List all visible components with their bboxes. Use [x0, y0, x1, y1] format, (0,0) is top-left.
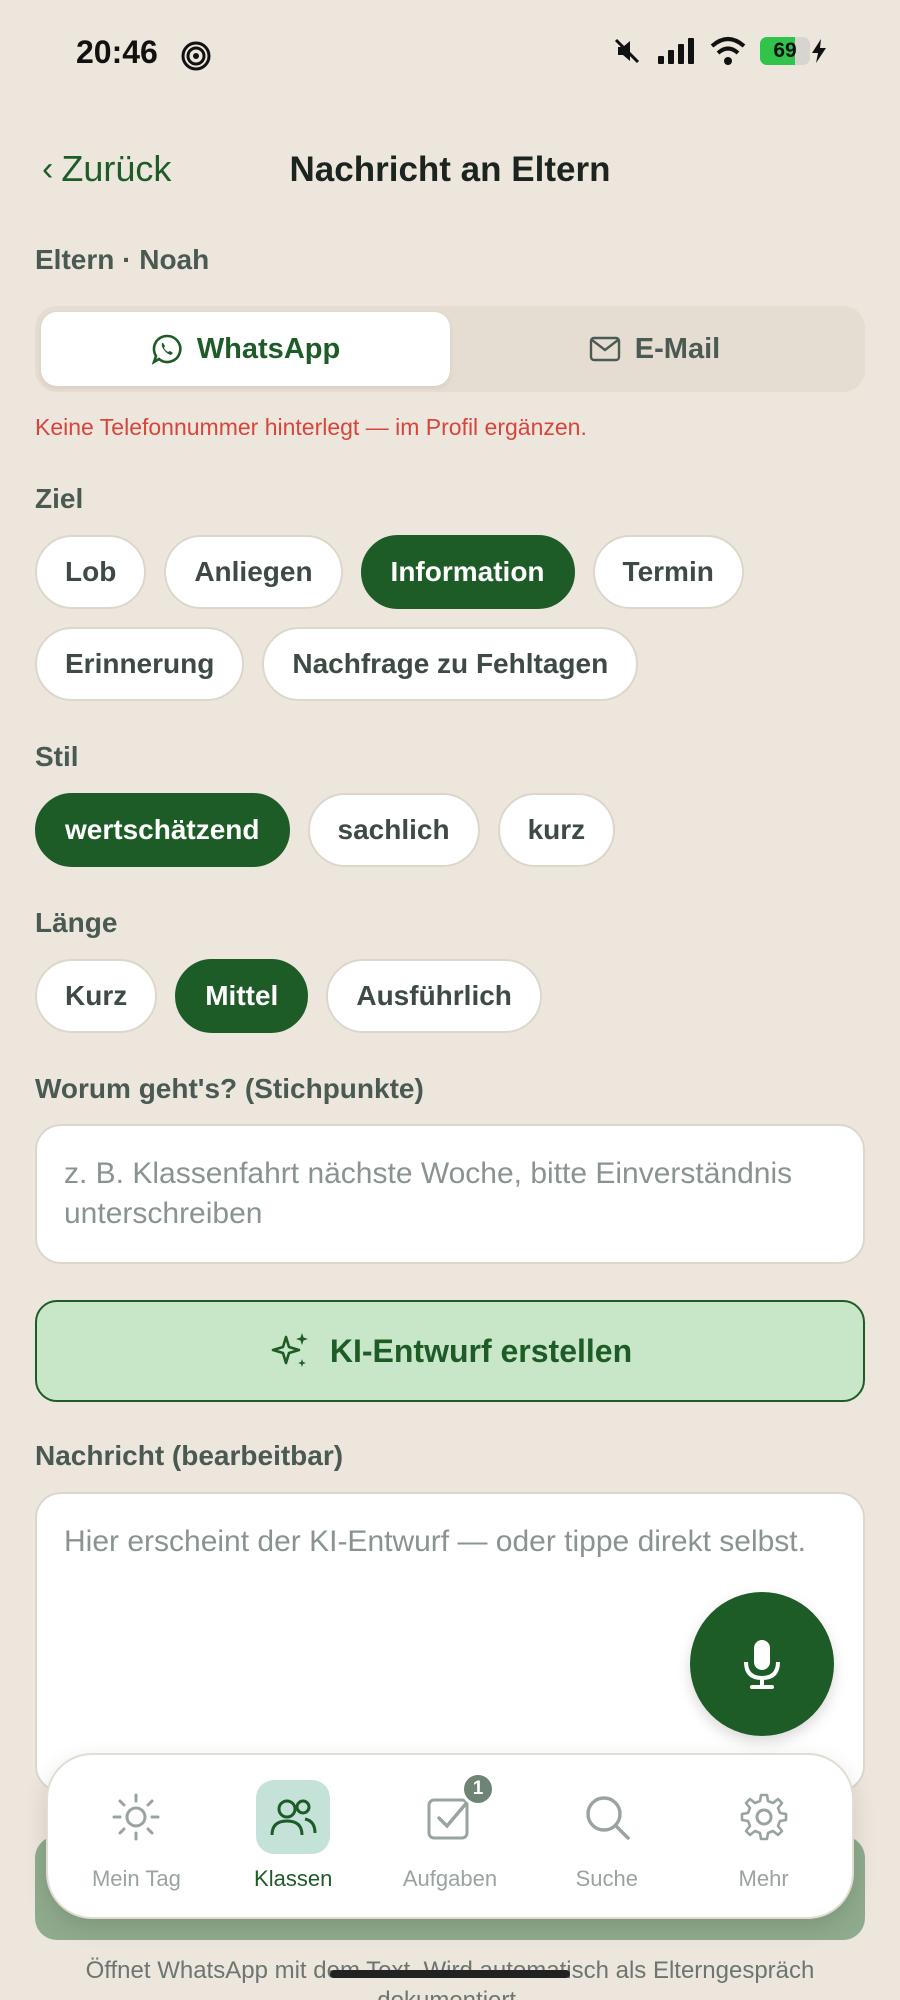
whatsapp-icon — [151, 334, 182, 365]
footnote-text: Öffnet WhatsApp mit dem Text. Wird autom… — [85, 1957, 815, 2000]
recipient-label: Eltern · Noah — [35, 244, 210, 275]
channel-whatsapp-label: WhatsApp — [196, 332, 341, 365]
status-bar: 20:46 69 — [0, 0, 900, 110]
tab-mein-tag[interactable]: Mein Tag — [61, 1780, 211, 1892]
microphone-button[interactable] — [690, 1592, 834, 1736]
page-title: Nachricht an Eltern — [289, 150, 611, 189]
style-chips: wertschätzend sachlich kurz — [35, 793, 616, 867]
microphone-icon — [744, 1640, 780, 1689]
goal-chip-erinnerung[interactable]: Erinnerung — [35, 627, 245, 701]
length-chip-ausfuehrlich[interactable]: Ausführlich — [326, 959, 542, 1033]
tab-mehr-label: Mehr — [738, 1866, 789, 1891]
home-indicator — [330, 1970, 570, 1978]
spiral-icon — [181, 41, 211, 71]
goal-label: Ziel — [35, 483, 84, 514]
tab-bar: Mein Tag Klassen 1 Aufgaben Suche Mehr — [46, 1753, 854, 1919]
sun-icon — [112, 1793, 160, 1841]
channel-email[interactable]: E-Mail — [450, 312, 859, 386]
length-chip-mittel[interactable]: Mittel — [175, 959, 309, 1033]
tab-klassen-label: Klassen — [254, 1866, 333, 1891]
tab-mehr[interactable]: Mehr — [689, 1780, 839, 1892]
tab-aufgaben[interactable]: 1 Aufgaben — [375, 1772, 525, 1892]
style-label: Stil — [35, 741, 79, 772]
length-chips: Kurz Mittel Ausführlich — [35, 959, 542, 1033]
tab-mein-tag-label: Mein Tag — [91, 1866, 181, 1891]
tab-aufgaben-label: Aufgaben — [402, 1866, 498, 1891]
tab-suche-label: Suche — [575, 1866, 638, 1891]
charging-icon — [812, 39, 826, 63]
message-label: Nachricht (bearbeitbar) — [35, 1440, 344, 1471]
battery-level: 69 — [773, 39, 797, 62]
goal-chip-nachfrage[interactable]: Nachfrage zu Fehltagen — [262, 627, 639, 701]
signal-icon — [658, 38, 694, 64]
goal-chips-row-1: Lob Anliegen Information Termin — [35, 535, 744, 609]
ai-draft-button[interactable]: KI-Entwurf erstellen — [35, 1300, 865, 1402]
style-chip-wertschaetzend[interactable]: wertschätzend — [35, 793, 290, 867]
ai-draft-label: KI-Entwurf erstellen — [329, 1332, 633, 1369]
goal-chip-anliegen[interactable]: Anliegen — [164, 535, 343, 609]
search-icon — [586, 1796, 630, 1840]
mute-icon — [614, 38, 640, 64]
sparkles-icon — [271, 1333, 308, 1367]
tab-klassen[interactable]: Klassen — [218, 1780, 368, 1892]
topic-label: Worum geht's? (Stichpunkte) — [35, 1073, 424, 1104]
topic-input[interactable]: z. B. Klassenfahrt nächste Woche, bitte … — [35, 1124, 865, 1264]
channel-whatsapp[interactable]: WhatsApp — [41, 312, 450, 386]
mail-icon — [589, 336, 620, 362]
style-chip-sachlich[interactable]: sachlich — [307, 793, 480, 867]
tab-suche[interactable]: Suche — [532, 1780, 682, 1892]
users-icon — [270, 1799, 317, 1836]
gear-icon — [740, 1793, 787, 1841]
length-chip-kurz[interactable]: Kurz — [35, 959, 158, 1033]
tasks-badge: 1 — [460, 1772, 495, 1806]
goal-chip-lob[interactable]: Lob — [35, 535, 147, 609]
length-label: Länge — [35, 907, 118, 938]
goal-chip-information[interactable]: Information — [360, 535, 575, 609]
goal-chips-row-2: Erinnerung Nachfrage zu Fehltagen — [35, 627, 639, 701]
nav-bar: ‹ Zurück Nachricht an Eltern — [0, 140, 900, 204]
channel-email-label: E-Mail — [634, 332, 721, 365]
wifi-icon — [710, 37, 746, 65]
channel-toggle: WhatsApp E-Mail — [35, 306, 865, 392]
style-chip-kurz[interactable]: kurz — [497, 793, 616, 867]
status-time: 20:46 — [76, 34, 158, 70]
battery-indicator: 69 — [760, 37, 828, 65]
warning-text: Keine Telefonnummer hinterlegt — im Prof… — [35, 414, 587, 440]
goal-chip-termin[interactable]: Termin — [592, 535, 744, 609]
